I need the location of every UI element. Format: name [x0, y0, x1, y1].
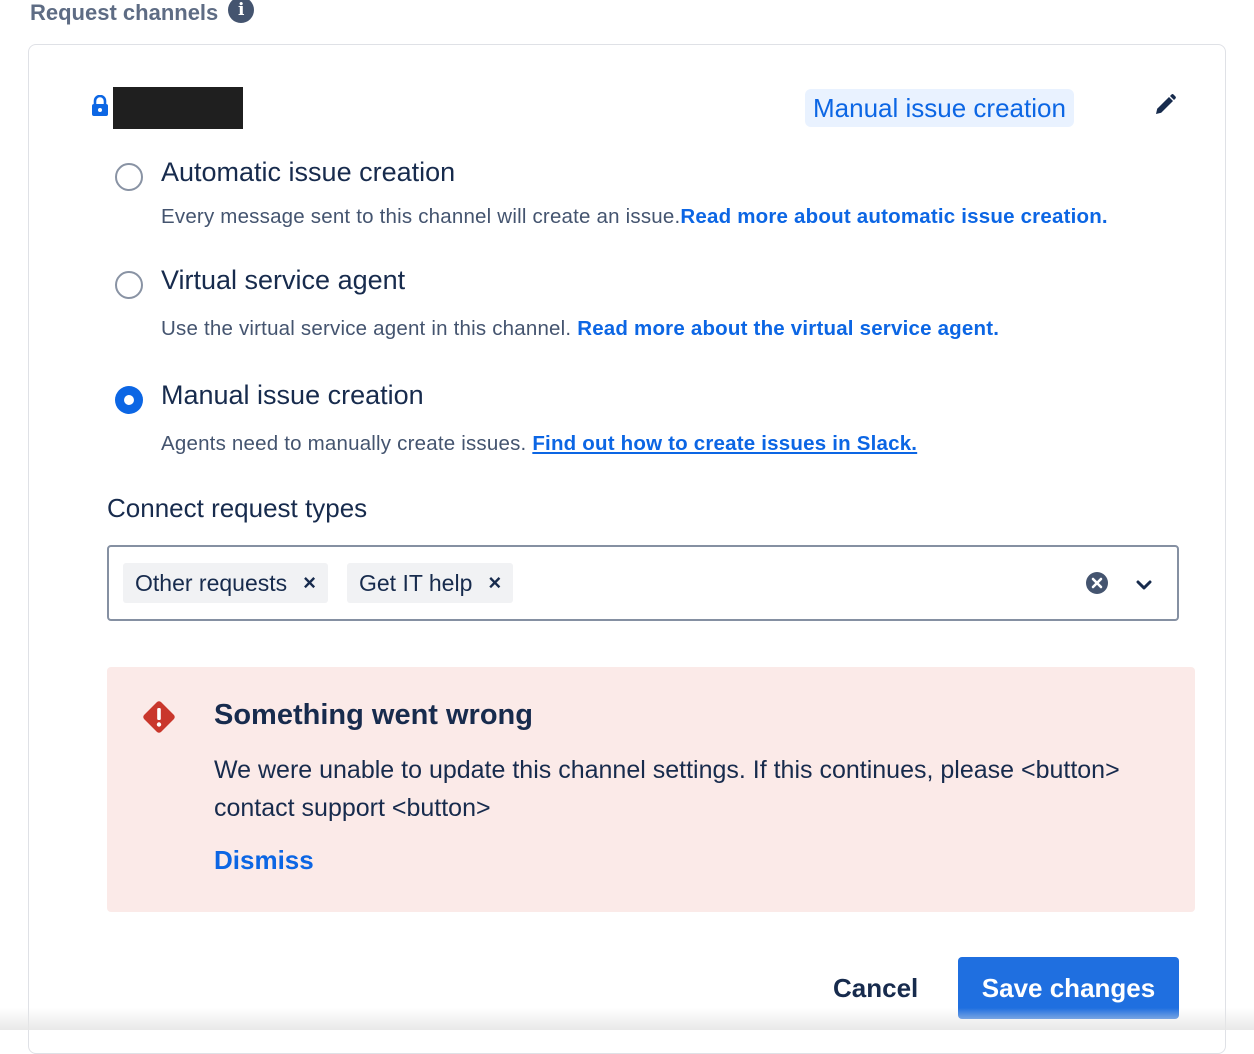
info-icon[interactable]: i — [228, 0, 255, 23]
read-more-virtual-agent-link[interactable]: Read more about the virtual service agen… — [577, 317, 999, 340]
error-icon — [143, 701, 175, 733]
section-title: Request channels i — [30, 0, 255, 26]
error-title: Something went wrong — [214, 699, 533, 731]
remove-tag-icon[interactable]: × — [488, 570, 501, 596]
remove-tag-icon[interactable]: × — [303, 570, 316, 596]
radio-automatic-issue-creation[interactable] — [115, 163, 143, 191]
channel-name-redacted — [113, 87, 243, 129]
option-label: Automatic issue creation — [161, 157, 456, 187]
option-label: Manual issue creation — [161, 380, 424, 410]
option-description-text: Use the virtual service agent in this ch… — [161, 317, 578, 340]
tag-get-it-help: Get IT help × — [347, 563, 514, 603]
mode-lozenge: Manual issue creation — [805, 89, 1074, 127]
option-description: Agents need to manually create issues. F… — [161, 432, 917, 456]
clear-selection-icon[interactable] — [1085, 571, 1109, 595]
radio-manual-issue-creation[interactable] — [115, 386, 143, 414]
dismiss-link[interactable]: Dismiss — [214, 845, 314, 876]
lock-icon — [92, 95, 108, 116]
tag-label: Other requests — [135, 569, 288, 596]
find-out-slack-link[interactable]: Find out how to create issues in Slack. — [532, 432, 917, 455]
tag-label: Get IT help — [359, 569, 473, 596]
pencil-icon[interactable] — [1153, 93, 1177, 117]
option-description: Every message sent to this channel will … — [161, 205, 1108, 229]
option-description-text: Agents need to manually create issues. — [161, 432, 533, 455]
option-description-text: Every message sent to this channel will … — [161, 205, 681, 228]
radio-virtual-service-agent[interactable] — [115, 271, 143, 299]
channel-header: Manual issue creation — [91, 87, 1191, 129]
bottom-fade — [0, 1008, 1254, 1030]
error-message: We were unable to update this channel se… — [214, 756, 1120, 822]
option-label: Virtual service agent — [161, 265, 406, 295]
tag-other-requests: Other requests × — [123, 563, 328, 603]
option-description: Use the virtual service agent in this ch… — [161, 317, 999, 341]
channel-card: Manual issue creation Automatic issue cr… — [28, 44, 1226, 1054]
section-title-text: Request channels — [30, 0, 219, 25]
read-more-automatic-link[interactable]: Read more about automatic issue creation… — [680, 205, 1107, 228]
error-banner: Something went wrong We were unable to u… — [107, 667, 1195, 912]
chevron-down-icon[interactable] — [1133, 575, 1155, 595]
request-types-select[interactable]: Other requests × Get IT help × — [107, 545, 1179, 621]
connect-request-types-label: Connect request types — [107, 493, 368, 523]
